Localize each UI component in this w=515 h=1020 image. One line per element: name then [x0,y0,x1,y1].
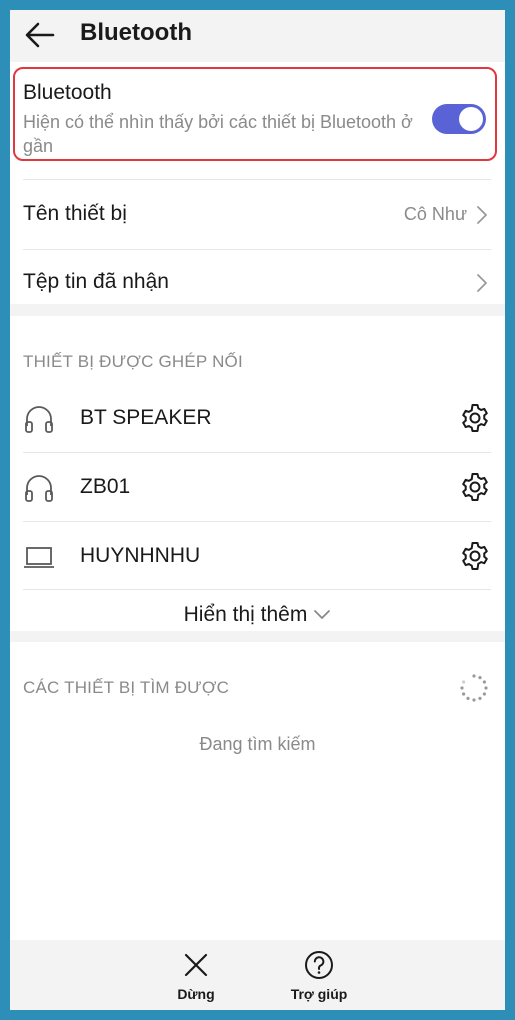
paired-devices-header: THIẾT BỊ ĐƯỢC GHÉP NỐI [23,352,243,371]
close-icon [184,953,208,977]
paired-device-name: ZB01 [80,475,131,498]
paired-devices-section: THIẾT BỊ ĐƯỢC GHÉP NỐI BT SPEAKER ZB01 H… [10,316,505,631]
bluetooth-main-section: Bluetooth Hiện có thể nhìn thấy bởi các … [10,62,505,304]
help-button[interactable]: Trợ giúp [279,950,359,1008]
paired-device-name: BT SPEAKER [80,406,212,429]
available-devices-section: CÁC THIẾT BỊ TÌM ĐƯỢC Đang tìm kiếm [10,642,505,940]
help-icon [305,951,333,979]
stop-button[interactable]: Dừng [156,950,236,1008]
stop-label: Dừng [177,986,215,1002]
toggle-knob [459,107,483,131]
received-files-row[interactable]: Tệp tin đã nhận [23,248,491,316]
bluetooth-toggle-row[interactable]: Bluetooth Hiện có thể nhìn thấy bởi các … [13,67,497,161]
paired-device-row[interactable]: ZB01 [23,453,491,521]
laptop-icon [24,547,54,568]
received-files-label: Tệp tin đã nhận [23,270,169,293]
bluetooth-settings-screen: Bluetooth Bluetooth Hiện có thể nhìn thấ… [10,10,505,1010]
paired-device-row[interactable]: HUYNHNHU [23,522,491,590]
device-name-value: Cô Như [403,204,467,224]
bottom-action-bar: Dừng Trợ giúp [10,940,505,1010]
headphones-icon [25,475,53,502]
divider [23,589,491,590]
gear-icon[interactable] [459,540,491,572]
chevron-right-icon [477,206,487,224]
available-devices-header: CÁC THIẾT BỊ TÌM ĐƯỢC [23,678,230,697]
bluetooth-title: Bluetooth [23,81,112,104]
bluetooth-toggle-switch[interactable] [432,104,486,134]
gear-icon[interactable] [459,471,491,503]
chevron-down-icon [314,610,331,620]
help-label: Trợ giúp [290,986,348,1002]
back-arrow-icon [25,22,55,48]
loading-spinner-icon [460,674,488,702]
paired-device-name: HUYNHNHU [80,544,201,567]
page-title: Bluetooth [80,19,192,46]
app-header: Bluetooth [10,10,505,60]
show-more-label: Hiển thị thêm [183,603,308,626]
back-button[interactable] [22,17,58,53]
device-name-label: Tên thiết bị [23,202,127,225]
chevron-right-icon [477,274,487,292]
show-more-button[interactable]: Hiển thị thêm [10,603,505,627]
searching-status: Đang tìm kiếm [199,734,316,754]
device-name-row[interactable]: Tên thiết bị Cô Như [23,180,491,248]
gear-icon[interactable] [459,402,491,434]
paired-device-row[interactable]: BT SPEAKER [23,384,491,452]
bluetooth-visibility-description: Hiện có thể nhìn thấy bởi các thiết bị B… [23,112,413,156]
headphones-icon [25,406,53,433]
